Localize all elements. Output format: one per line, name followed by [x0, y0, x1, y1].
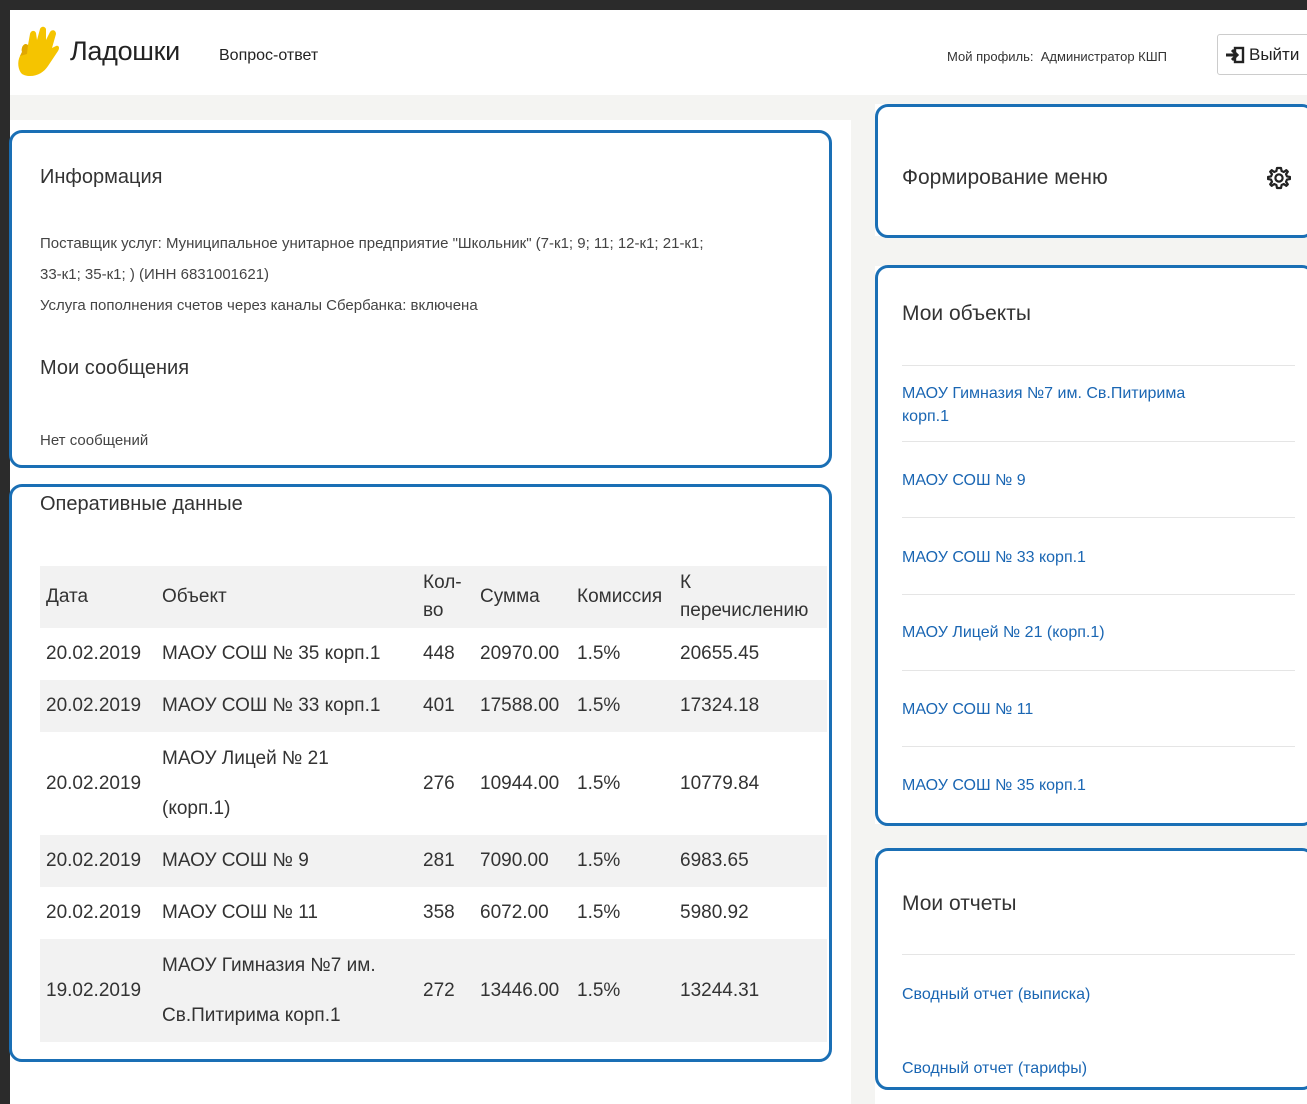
cell-object-text: МАОУ Лицей № 21 (корп.1): [162, 747, 329, 819]
cell-transfer: 20655.45: [680, 643, 760, 664]
col-transfer[interactable]: К перечислению: [674, 566, 827, 628]
cell-transfer: 6983.65: [674, 835, 827, 887]
col-count[interactable]: Кол-во: [417, 566, 474, 628]
table-row: 20.02.2019 МАОУ Лицей № 21 (корп.1) 276 …: [40, 732, 827, 835]
object-link[interactable]: МАОУ СОШ № 11: [902, 698, 1033, 721]
reports-card-title: Мои отчеты: [902, 892, 1017, 915]
divider: [902, 746, 1295, 747]
divider: [902, 441, 1295, 442]
messages-empty: Нет сообщений: [40, 432, 149, 449]
table-row: 20.02.2019 МАОУ СОШ № 35 корп.1 448 2097…: [40, 628, 827, 680]
info-service-status: Услуга пополнения счетов через каналы Сб…: [40, 297, 478, 314]
profile-info: Мой профиль: Администратор КШП: [947, 49, 1167, 64]
cell-sum: 7090.00: [474, 835, 571, 887]
operational-table: Дата Объект Кол-во Сумма Комиссия К пере…: [40, 566, 827, 1042]
cell-date: 20.02.2019: [40, 835, 156, 887]
object-link[interactable]: МАОУ Лицей № 21 (корп.1): [902, 621, 1105, 644]
cell-transfer: 5980.92: [680, 902, 749, 923]
cell-commission: 1.5%: [571, 680, 674, 732]
gear-icon[interactable]: [1267, 166, 1291, 190]
cell-object: МАОУ СОШ № 33 корп.1: [156, 680, 417, 732]
info-provider-line1: Поставщик услуг: Муниципальное унитарное…: [40, 235, 704, 252]
cell-count: 272: [417, 939, 474, 1042]
divider: [902, 594, 1295, 595]
object-link[interactable]: МАОУ СОШ № 9: [902, 469, 1026, 492]
cell-object: МАОУ СОШ № 11: [162, 902, 318, 923]
cell-object: МАОУ Лицей № 21 (корп.1): [156, 732, 417, 835]
logout-button[interactable]: Выйти: [1217, 34, 1307, 75]
object-link[interactable]: МАОУ Гимназия №7 им. Св.Питирима корп.1: [902, 382, 1232, 428]
report-link[interactable]: Сводный отчет (выписка): [902, 983, 1090, 1006]
col-object[interactable]: Объект: [156, 566, 417, 628]
cell-sum: 20970.00: [480, 643, 560, 664]
nav-link-faq[interactable]: Вопрос-ответ: [219, 47, 318, 65]
cell-date: 20.02.2019: [46, 772, 142, 794]
messages-title: Мои сообщения: [40, 357, 190, 379]
col-commission[interactable]: Комиссия: [571, 566, 674, 628]
cell-date: 20.02.2019: [46, 902, 142, 923]
cell-commission: 1.5%: [577, 772, 621, 794]
table-header-row: Дата Объект Кол-во Сумма Комиссия К пере…: [40, 566, 827, 628]
reports-card: Мои отчеты Сводный отчет (выписка) Сводн…: [875, 850, 1307, 1104]
cell-commission: 1.5%: [571, 835, 674, 887]
menu-card: Формирование меню: [875, 104, 1307, 236]
cell-transfer: 17324.18: [674, 680, 827, 732]
cell-date: 20.02.2019: [46, 643, 142, 664]
col-count-label: Кол-во: [423, 572, 462, 621]
cell-commission: 1.5%: [571, 939, 674, 1042]
divider: [902, 954, 1295, 955]
table-row: 19.02.2019 МАОУ Гимназия №7 им. Св.Питир…: [40, 939, 827, 1042]
sign-out-icon: [1226, 46, 1245, 63]
divider: [902, 670, 1295, 671]
cell-object-text: МАОУ Гимназия №7 им. Св.Питирима корп.1: [162, 954, 376, 1026]
report-link[interactable]: Сводный отчет (тарифы): [902, 1057, 1087, 1080]
menu-card-title[interactable]: Формирование меню: [902, 166, 1108, 190]
col-sum[interactable]: Сумма: [474, 566, 571, 628]
cell-sum: 17588.00: [474, 680, 571, 732]
cell-commission: 1.5%: [577, 902, 621, 923]
table-row: 20.02.2019 МАОУ СОШ № 11 358 6072.00 1.5…: [40, 887, 827, 939]
cell-transfer: 13244.31: [674, 939, 827, 1042]
profile-name[interactable]: Администратор КШП: [1041, 49, 1167, 64]
objects-card-title: Мои объекты: [902, 302, 1031, 325]
cell-sum: 10944.00: [480, 772, 560, 794]
cell-count: 358: [423, 902, 455, 923]
cell-object: МАОУ СОШ № 9: [156, 835, 417, 887]
object-link[interactable]: МАОУ СОШ № 35 корп.1: [902, 774, 1086, 797]
col-transfer-label: К перечислению: [680, 572, 809, 621]
cell-sum: 6072.00: [480, 902, 549, 923]
profile-label: Мой профиль:: [947, 49, 1034, 64]
cell-transfer: 10779.84: [680, 772, 760, 794]
cell-date: 20.02.2019: [40, 680, 156, 732]
cell-count: 276: [423, 772, 455, 794]
operational-title: Оперативные данные: [40, 493, 243, 515]
cell-object: МАОУ СОШ № 35 корп.1: [162, 643, 381, 664]
object-link[interactable]: МАОУ СОШ № 33 корп.1: [902, 546, 1086, 569]
table-row: 20.02.2019 МАОУ СОШ № 33 корп.1 401 1758…: [40, 680, 827, 732]
app-header: Ладошки Вопрос-ответ Мой профиль: Админи…: [10, 10, 1307, 95]
divider: [902, 517, 1295, 518]
info-title: Информация: [40, 166, 163, 188]
cell-object: МАОУ Гимназия №7 им. Св.Питирима корп.1: [156, 939, 417, 1042]
cell-count: 281: [417, 835, 474, 887]
cell-commission: 1.5%: [577, 643, 621, 664]
info-provider-line2: 33-к1; 35-к1; ) (ИНН 6831001621): [40, 266, 270, 283]
cell-count: 401: [417, 680, 474, 732]
hand-logo-icon[interactable]: [16, 26, 60, 78]
col-date[interactable]: Дата: [40, 566, 156, 628]
objects-card: Мои объекты МАОУ Гимназия №7 им. Св.Пити…: [875, 266, 1307, 824]
table-row: 20.02.2019 МАОУ СОШ № 9 281 7090.00 1.5%…: [40, 835, 827, 887]
logo-text[interactable]: Ладошки: [70, 36, 180, 67]
cell-sum: 13446.00: [474, 939, 571, 1042]
cell-date: 19.02.2019: [40, 939, 156, 1042]
logout-label: Выйти: [1249, 44, 1300, 64]
window-frame-top: [0, 0, 1307, 10]
divider: [902, 365, 1295, 366]
cell-count: 448: [423, 643, 455, 664]
window-frame-left: [0, 0, 10, 1104]
